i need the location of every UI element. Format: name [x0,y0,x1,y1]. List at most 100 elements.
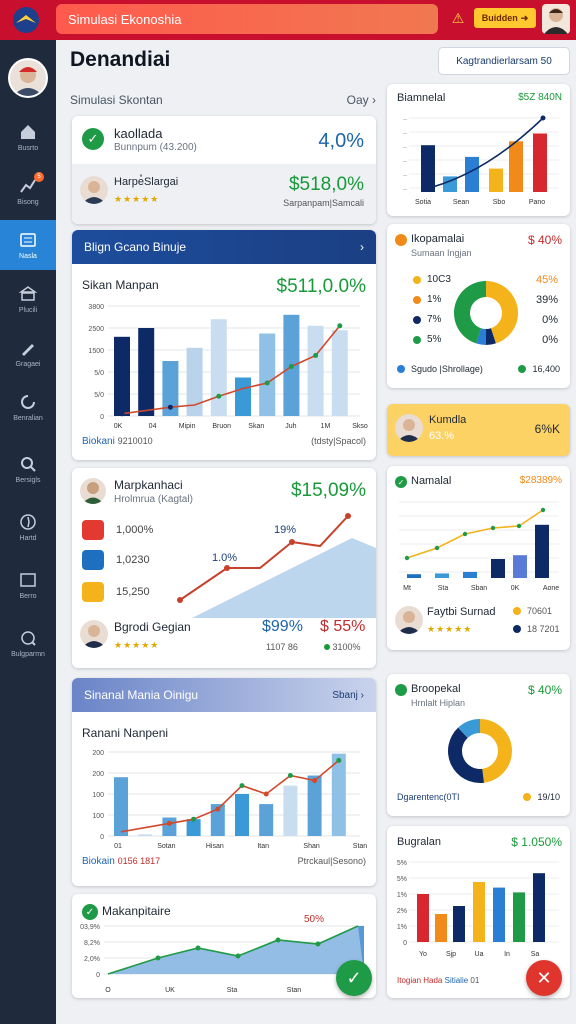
app-logo[interactable] [6,2,46,38]
tick-label: Stan [353,843,368,850]
card-value: $5Z 840N [518,92,562,103]
right-donut-card[interactable]: Ikopamalai $ 40% Sumaan Ingjan 10C3 1% 7… [387,224,570,388]
sidebar-item-list[interactable]: Nasla [0,220,56,270]
footer-left: Biokani 9210010 [82,436,153,447]
tick-label: Sta [438,585,449,592]
tick-label: Shan [303,843,319,850]
window-icon [20,572,36,587]
tick-label: 100 [92,792,104,799]
line-point [289,539,295,545]
row-value: 15,250 [116,586,150,598]
profile-avatar[interactable] [8,58,48,98]
row-icon [82,550,104,570]
sidebar-item-search-alt[interactable]: Bulgparmn [0,618,56,668]
check-icon: ✓ [346,967,362,988]
header-right-button[interactable]: Kagtrandierlarsam 50 [438,47,570,75]
footer-left: Dgarentenc(0TI [397,792,460,802]
bar [138,834,153,836]
tick-label: 2,0% [84,956,100,963]
right-line-card[interactable]: ✓ Namalal $28389% Mt Sta Sban 0K Aone Faytbi… [387,466,570,650]
footer-left: Biokain 0156 1817 [82,856,160,867]
card-title: kaollada [114,126,163,141]
sidebar-label: Plucili [18,306,38,314]
card-title: Bugralan [397,836,442,848]
line-chart-panel: Marpkanhaci Hrolmrua (Kagtal) $15,09% 1,… [72,468,376,668]
sidebar-item-home[interactable]: Busrto [0,112,56,162]
day-selector[interactable]: Oay › [347,93,376,107]
sidebar-item-search[interactable]: Bersigls [0,444,56,494]
refresh-icon [21,394,35,409]
bar [535,524,549,578]
right-donut-card-2[interactable]: Broopekal $ 40% Hrnlalt Hiplan Dgarenten… [387,674,570,816]
app-title: Simulasi Ekonoshia [56,4,438,34]
right-bar-card[interactable]: Biamnelal $5Z 840N -- -- -- -- -- -- Sotia Sean… [387,84,570,216]
bar [489,168,503,192]
tick-label: 5/0 [94,392,104,399]
panel-title: Ranani Nanpeni [82,726,169,740]
confirm-fab[interactable]: ✓ [336,960,372,996]
card-value: 4,0% [318,130,364,152]
legend-item: 10C3 [413,274,451,285]
tick-label: Sa [531,951,540,958]
close-fab[interactable]: ✕ [526,960,562,996]
rating-stars: ★★★★★ [114,194,160,204]
mini-bar-chart: -- -- -- -- -- -- Sotia Sean Sbo Pano [403,115,559,206]
sidebar-item-compass[interactable]: Hartd [0,502,56,552]
right-highlight-card[interactable]: Kumdla 63.% 6%K [387,404,570,456]
sidebar-label: Busrto [17,144,39,152]
user-avatar[interactable] [542,4,570,34]
footer-mid: Sitialie [444,976,469,985]
chevron-right-icon: › [360,240,364,254]
close-icon: ✕ [536,967,552,988]
panel-value: $15,09% [290,480,366,501]
panel-header[interactable]: Blign Gcano Binuje › [72,230,376,264]
search-alt-icon [21,630,36,646]
line-point [434,545,440,551]
tick-label: UK [165,987,175,994]
card-subtitle: Sumaan Ingjan [411,248,472,258]
line-point [315,941,321,947]
summary-card[interactable]: ✓ kaollada Bunnpum (43.200) 4,0% Harpe̊S… [72,116,376,224]
sidebar-item-window[interactable]: Berro [0,560,56,610]
warning-icon[interactable]: ⚠ [448,8,468,28]
card-title: Ikopamalai [411,233,465,245]
footer-right: (tdsty|Spacol) [311,436,366,446]
line-point [345,513,351,519]
person-name: Harpe̊Slargai [114,176,179,188]
sidebar-label: Gragaei [15,360,41,368]
line-point [155,955,161,961]
area-light [108,926,364,974]
trend-line [420,117,544,191]
sidebar-item-chart[interactable]: 5 Bisong [0,166,56,216]
trend-line [406,509,544,559]
person-avatar [395,414,423,442]
sidebar-item-bank[interactable]: Plucili [0,274,56,324]
bar [421,145,435,192]
tick-label: 1M [321,423,331,430]
bar [465,156,479,192]
footer-right: 16,400 [518,364,560,374]
tick-label: Skso [352,423,368,430]
card-value: 63.% [429,430,455,442]
sidebar-item-pen[interactable]: Gragaei [0,328,56,378]
tick-label: Sotan [157,843,175,850]
bar [491,559,505,578]
tick-label: 1500 [88,348,104,355]
panel-title: Marpkanhaci [114,478,183,492]
section-subheader: Simulasi Skontan Oay › [70,90,376,110]
donut-chart [454,281,518,345]
bar [533,133,547,192]
card-value: $ 40% [527,683,562,697]
legend-item: 5% [413,334,441,345]
sidebar-item-refresh[interactable]: Benralian [0,382,56,432]
footer-legend: Itogian Hada Sitialie 01 [397,976,479,985]
tick-label: Stan [287,987,302,994]
bar [259,333,276,416]
tick-label: 2% [397,908,407,915]
person-value-2: $ 55% [320,618,366,635]
card-title: Kumdla [429,414,467,426]
panel-header[interactable]: Sinanal Mania Oinigu Sbanj › [72,678,376,712]
sidebar-label: Hartd [19,534,37,542]
top-action-button[interactable]: Buidden ➜ [474,8,536,28]
bar [407,574,421,578]
